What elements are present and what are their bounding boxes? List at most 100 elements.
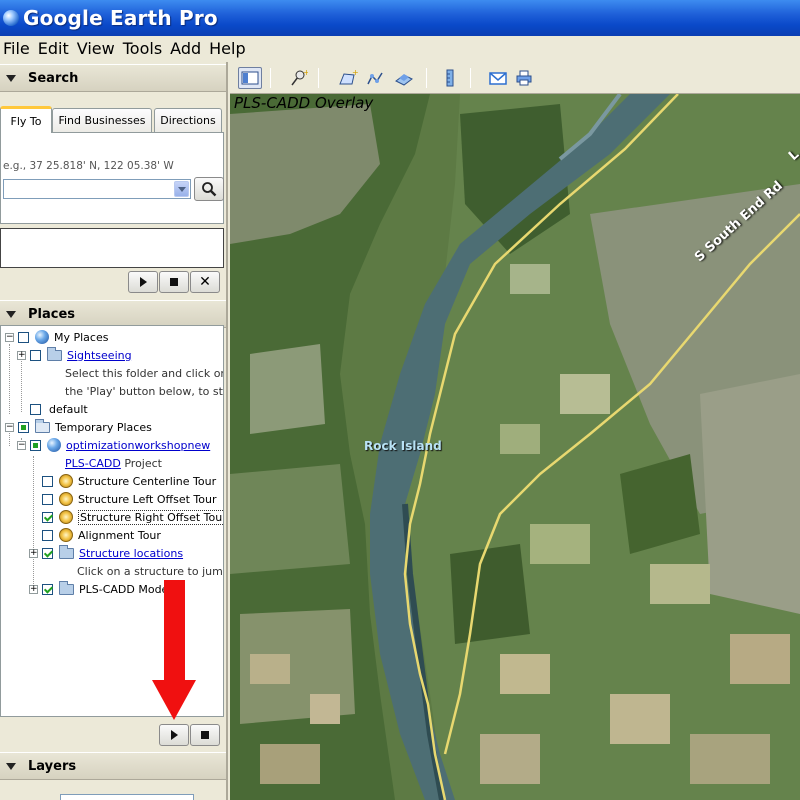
tree-line — [33, 456, 34, 586]
play-icon — [139, 277, 147, 287]
tab-find-businesses[interactable]: Find Businesses — [52, 108, 152, 132]
expand-toggle[interactable]: + — [29, 585, 38, 594]
checkbox[interactable] — [42, 493, 53, 505]
folder-icon — [47, 346, 62, 361]
search-stop-button[interactable] — [159, 271, 189, 293]
pushpin-icon: + — [291, 69, 308, 86]
places-stop-button[interactable] — [190, 724, 220, 746]
email-icon — [489, 72, 507, 85]
google-earth-window: Google Earth Pro File Edit View Tools Ad… — [0, 0, 800, 800]
places-panel-header[interactable]: Places — [0, 300, 226, 328]
layers-panel-header[interactable]: Layers — [0, 752, 226, 780]
play-icon — [170, 730, 178, 740]
tree-item-centerline-tour[interactable]: Structure Centerline Tour — [42, 472, 216, 490]
checkbox-checked[interactable] — [42, 511, 53, 523]
collapse-toggle[interactable]: − — [5, 333, 14, 342]
tree-item-sightseeing[interactable]: Sightseeing — [30, 346, 132, 364]
checkbox[interactable] — [18, 331, 29, 343]
tour-icon — [59, 474, 73, 488]
folder-icon — [59, 580, 74, 595]
add-placemark-button[interactable]: + — [286, 67, 310, 89]
tree-item-left-offset-tour[interactable]: Structure Left Offset Tour — [42, 490, 216, 508]
tree-item-right-offset-tour[interactable]: Structure Right Offset Tour — [42, 508, 223, 526]
menu-view[interactable]: View — [77, 39, 115, 58]
tree-item-label: default — [49, 402, 88, 416]
desc-line: the 'Play' button below, to start th — [65, 384, 223, 398]
tree-item-plscadd-model[interactable]: PLS-CADD Model — [42, 580, 171, 598]
checkbox-checked[interactable] — [42, 583, 53, 595]
sightseeing-description: the 'Play' button below, to start th — [65, 382, 223, 400]
search-header-label: Search — [28, 70, 79, 86]
tree-item-default[interactable]: default — [30, 400, 88, 418]
menu-help[interactable]: Help — [209, 39, 245, 58]
stop-icon — [201, 731, 209, 739]
search-panel-header[interactable]: Search — [0, 64, 226, 92]
place-label-rock-island[interactable]: Rock Island — [364, 439, 442, 453]
structure-locations-link[interactable]: Structure locations — [79, 547, 183, 560]
search-body: e.g., 37 25.818' N, 122 05.38' W — [0, 132, 224, 224]
dropdown-arrow-icon[interactable] — [174, 181, 189, 197]
tab-directions[interactable]: Directions — [154, 108, 222, 132]
ruler-button[interactable] — [438, 67, 462, 89]
collapse-toggle[interactable]: − — [5, 423, 14, 432]
polygon-icon: + — [339, 69, 358, 85]
search-button[interactable] — [194, 177, 224, 201]
expand-toggle[interactable]: + — [17, 351, 26, 360]
checkbox[interactable] — [30, 439, 41, 451]
sightseeing-link[interactable]: Sightseeing — [67, 349, 132, 362]
tree-item-structure-locations[interactable]: Structure locations — [42, 544, 183, 562]
desc-line: Click on a structure to jump to — [77, 564, 223, 578]
checkbox-checked[interactable] — [42, 547, 53, 559]
collapse-toggle[interactable]: − — [17, 441, 26, 450]
add-polygon-button[interactable]: + — [336, 67, 360, 89]
tour-icon — [59, 492, 73, 506]
toolbar-separator — [470, 68, 471, 88]
search-tabs: Fly To Find Businesses Directions — [0, 106, 226, 133]
print-button[interactable] — [512, 67, 536, 89]
checkbox[interactable] — [42, 475, 53, 487]
tour-icon — [59, 528, 73, 542]
tree-line — [9, 344, 10, 414]
search-clear-button[interactable]: ✕ — [190, 271, 220, 293]
workshop-description: PLS-CADD Project — [65, 454, 162, 472]
title-bar: Google Earth Pro — [0, 0, 800, 36]
menu-add[interactable]: Add — [170, 39, 201, 58]
toolbar-separator — [318, 68, 319, 88]
places-play-button[interactable] — [159, 724, 189, 746]
tab-fly-to-label: Fly To — [10, 114, 42, 128]
tab-fly-to[interactable]: Fly To — [0, 106, 52, 133]
globe-icon — [47, 438, 61, 452]
plscadd-link[interactable]: PLS-CADD — [65, 457, 121, 470]
layers-dropdown[interactable] — [60, 794, 194, 800]
layers-header-label: Layers — [28, 758, 77, 774]
svg-text:+: + — [303, 69, 308, 77]
checkbox[interactable] — [30, 349, 41, 361]
checkbox[interactable] — [30, 403, 41, 415]
workshop-link[interactable]: optimizationworkshopnew — [66, 439, 210, 452]
menu-file[interactable]: File — [3, 39, 30, 58]
fly-to-input[interactable] — [3, 179, 191, 199]
globe-icon — [35, 330, 49, 344]
email-button[interactable] — [486, 67, 510, 89]
structure-description: Click on a structure to jump to — [77, 562, 223, 580]
tree-item-label: Structure Left Offset Tour — [78, 492, 217, 506]
menu-tools[interactable]: Tools — [123, 39, 162, 58]
tree-item-alignment-tour[interactable]: Alignment Tour — [42, 526, 161, 544]
add-image-overlay-button[interactable] — [392, 67, 416, 89]
satellite-imagery — [230, 94, 800, 800]
annotation-arrow-head — [152, 680, 196, 720]
sidebar-toggle-button[interactable] — [238, 67, 262, 89]
tree-item-my-places[interactable]: My Places — [18, 328, 108, 346]
tree-item-temporary-places[interactable]: Temporary Places — [18, 418, 152, 436]
tab-find-businesses-label: Find Businesses — [58, 114, 146, 127]
checkbox[interactable] — [42, 529, 53, 541]
expand-toggle[interactable]: + — [29, 549, 38, 558]
tree-item-label: My Places — [54, 330, 109, 344]
tree-item-workshop[interactable]: optimizationworkshopnew — [30, 436, 210, 454]
menu-edit[interactable]: Edit — [38, 39, 69, 58]
checkbox[interactable] — [18, 421, 29, 433]
search-play-button[interactable] — [128, 271, 158, 293]
add-path-button[interactable] — [364, 67, 388, 89]
sidebar: Search Fly To Find Businesses Directions… — [0, 62, 228, 800]
earth-3d-view[interactable]: PLS-CADD Overlay Rock Island S South End… — [230, 94, 800, 800]
